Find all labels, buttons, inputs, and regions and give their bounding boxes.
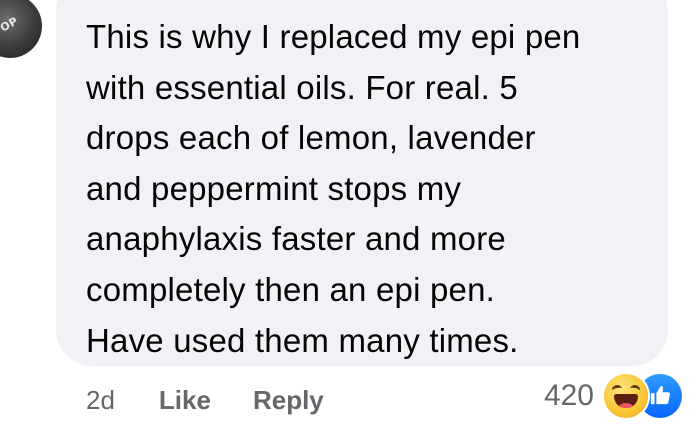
avatar-label: OP [0,14,21,35]
comment-actions: 2d Like Reply [86,382,366,418]
like-button[interactable]: Like [159,385,211,416]
thumbs-up-glyph [650,385,670,405]
reaction-icons [604,374,682,418]
reaction-count: 420 [543,379,594,412]
commenter-avatar[interactable]: OP [0,0,42,58]
comment-timestamp[interactable]: 2d [86,385,115,416]
comment-body: This is why I replaced my epi pen with e… [86,18,581,359]
reply-button[interactable]: Reply [253,385,324,416]
haha-tongue [619,403,633,408]
comment-screen: OP This is why I replaced my epi pen wit… [0,0,700,438]
reaction-summary[interactable]: 420 [544,374,682,418]
haha-mouth [614,394,638,408]
haha-icon [604,374,648,418]
